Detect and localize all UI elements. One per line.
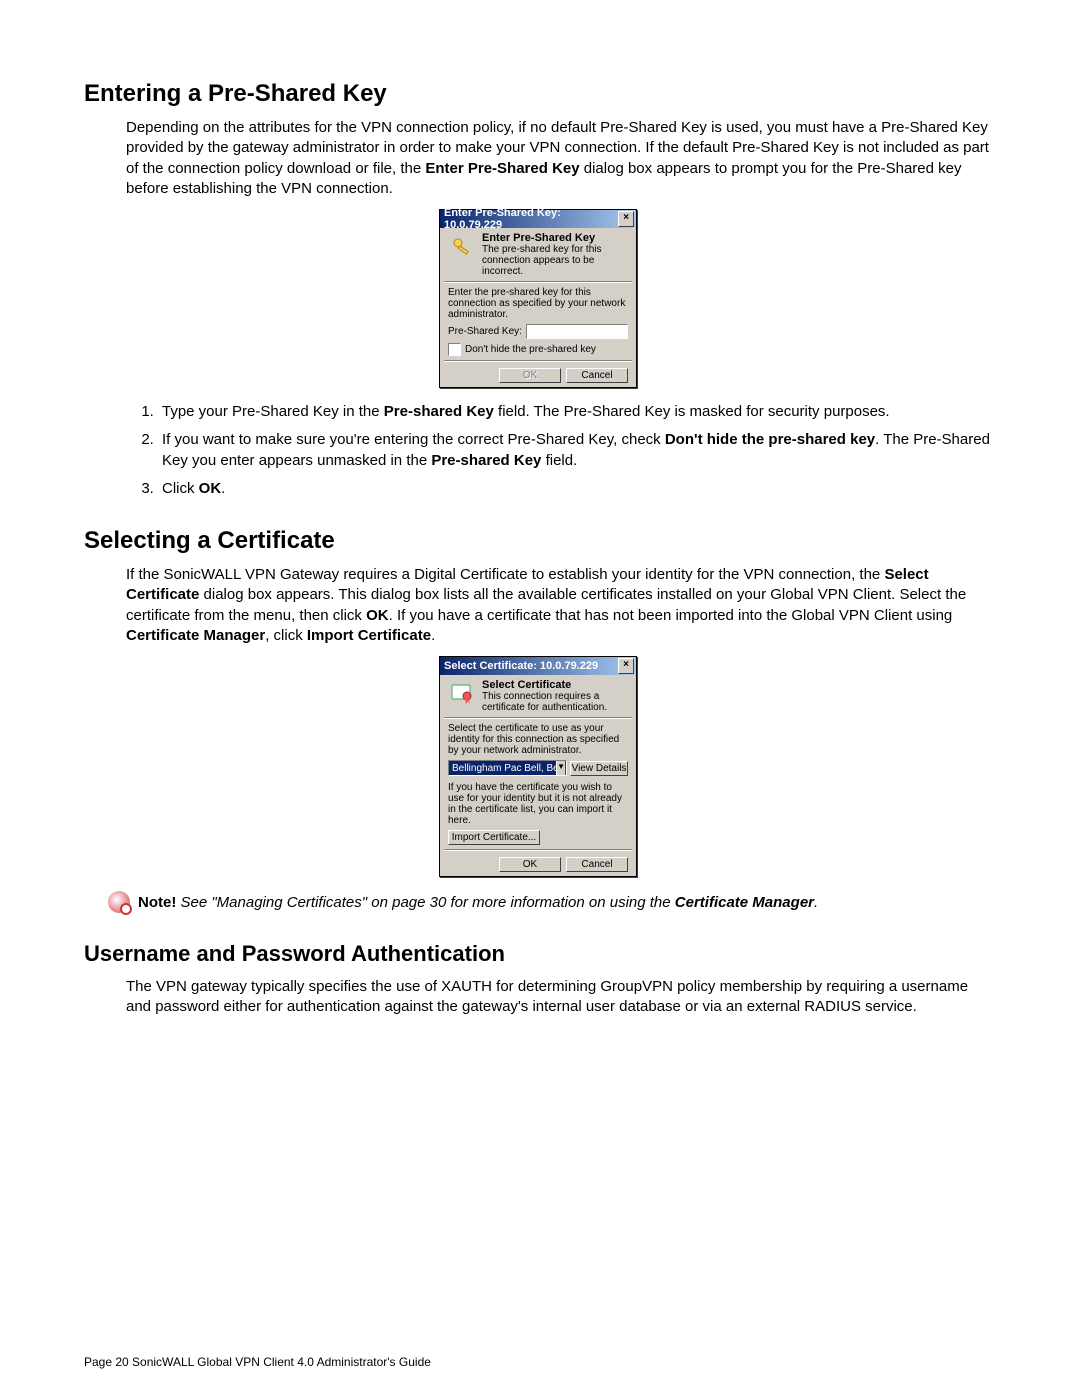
dont-hide-checkbox[interactable] — [448, 343, 461, 356]
sec1-body: Depending on the attributes for the VPN … — [126, 118, 992, 199]
document-page: Entering a Pre-Shared Key Depending on t… — [0, 0, 1080, 1397]
text: . — [221, 480, 225, 497]
key-icon — [448, 232, 476, 260]
text: , click — [265, 627, 307, 644]
note-ital: . — [814, 894, 818, 911]
chevron-down-icon[interactable]: ▼ — [556, 760, 566, 776]
cancel-button[interactable]: Cancel — [566, 857, 628, 872]
note-bold: Note! — [138, 894, 176, 911]
psk-field-row: Pre-Shared Key: — [448, 324, 628, 339]
sec1-paragraph: Depending on the attributes for the VPN … — [126, 118, 992, 199]
text: field. The Pre-Shared Key is masked for … — [494, 403, 890, 420]
sec1-steps: Type your Pre-Shared Key in the Pre-shar… — [126, 402, 992, 499]
text: Type your Pre-Shared Key in the — [162, 403, 384, 420]
close-icon[interactable]: × — [618, 211, 634, 227]
note-ital-bold: Certificate Manager — [675, 894, 814, 911]
text-bold: Pre-shared Key — [384, 403, 494, 420]
note-ital: See "Managing Certificates" on page 30 f… — [181, 894, 675, 911]
sec3-paragraph: The VPN gateway typically specifies the … — [126, 977, 992, 1018]
ok-button[interactable]: OK — [499, 368, 561, 383]
note-text: Note! See "Managing Certificates" on pag… — [138, 894, 818, 911]
import-row: Import Certificate... — [448, 830, 628, 845]
psk-field-label: Pre-Shared Key: — [448, 326, 522, 337]
dialog-title: Select Certificate: 10.0.79.229 — [444, 660, 598, 672]
select-cert-dialog: Select Certificate: 10.0.79.229 × Select… — [439, 656, 637, 877]
dialog-titlebar[interactable]: Enter Pre-Shared Key: 10.0.79.229 × — [440, 210, 636, 228]
dialog-button-row: OK Cancel — [448, 857, 628, 872]
dialog-button-row: OK Cancel — [448, 368, 628, 383]
text-bold: OK — [366, 607, 389, 624]
text-bold: Enter Pre-Shared Key — [425, 160, 579, 177]
list-item: If you want to make sure you're entering… — [158, 430, 992, 471]
sec3-body: The VPN gateway typically specifies the … — [126, 977, 992, 1018]
text-bold: Certificate Manager — [126, 627, 265, 644]
text-bold: Don't hide the pre-shared key — [665, 431, 875, 448]
sec2-body: If the SonicWALL VPN Gateway requires a … — [126, 565, 992, 646]
dialog-header-text: Enter Pre-Shared Key The pre-shared key … — [482, 232, 628, 277]
text-bold: OK — [199, 480, 222, 497]
psk-input[interactable] — [526, 324, 628, 339]
heading-username-password: Username and Password Authentication — [84, 941, 992, 967]
list-item: Click OK. — [158, 479, 992, 499]
page-footer: Page 20 SonicWALL Global VPN Client 4.0 … — [84, 1355, 431, 1369]
cert-selected-value: Bellingham Pac Bell, Bellingham Pac Bell… — [452, 763, 556, 774]
psk-checkbox-row: Don't hide the pre-shared key — [448, 343, 628, 356]
dialog-header-bold: Select Certificate — [482, 679, 571, 691]
text: . — [431, 627, 435, 644]
text-bold: Import Certificate — [307, 627, 431, 644]
import-certificate-button[interactable]: Import Certificate... — [448, 830, 540, 845]
text: . If you have a certificate that has not… — [389, 607, 953, 624]
text-bold: Pre-shared Key — [431, 452, 541, 469]
dialog-header-bold: Enter Pre-Shared Key — [482, 232, 595, 244]
certificate-icon — [448, 679, 476, 707]
ok-button[interactable]: OK — [499, 857, 561, 872]
dont-hide-label: Don't hide the pre-shared key — [465, 344, 596, 355]
psk-dialog-figure: Enter Pre-Shared Key: 10.0.79.229 × Ente… — [84, 209, 992, 388]
dialog-instruction: Enter the pre-shared key for this connec… — [448, 287, 628, 320]
text: field. — [541, 452, 577, 469]
note-icon — [108, 891, 130, 913]
close-icon[interactable]: × — [618, 658, 634, 674]
cert-select-row: Bellingham Pac Bell, Bellingham Pac Bell… — [448, 760, 628, 776]
note-row: Note! See "Managing Certificates" on pag… — [108, 891, 992, 913]
cancel-button[interactable]: Cancel — [566, 368, 628, 383]
dialog-instruction-2: If you have the certificate you wish to … — [448, 782, 628, 826]
text: If you want to make sure you're entering… — [162, 431, 665, 448]
cert-dialog-figure: Select Certificate: 10.0.79.229 × Select… — [84, 656, 992, 877]
heading-selecting-cert: Selecting a Certificate — [84, 527, 992, 555]
dialog-header-sub: This connection requires a certificate f… — [482, 691, 607, 713]
heading-entering-psk: Entering a Pre-Shared Key — [84, 80, 992, 108]
text: If the SonicWALL VPN Gateway requires a … — [126, 566, 884, 583]
dialog-title: Enter Pre-Shared Key: 10.0.79.229 — [444, 207, 618, 231]
list-item: Type your Pre-Shared Key in the Pre-shar… — [158, 402, 992, 422]
dialog-instruction: Select the certificate to use as your id… — [448, 723, 628, 756]
dialog-header: Enter Pre-Shared Key The pre-shared key … — [448, 232, 628, 277]
sec2-paragraph: If the SonicWALL VPN Gateway requires a … — [126, 565, 992, 646]
enter-psk-dialog: Enter Pre-Shared Key: 10.0.79.229 × Ente… — [439, 209, 637, 388]
view-details-button[interactable]: View Details — [570, 761, 628, 776]
dialog-header-sub: The pre-shared key for this connection a… — [482, 244, 602, 277]
dialog-header: Select Certificate This connection requi… — [448, 679, 628, 713]
dialog-titlebar[interactable]: Select Certificate: 10.0.79.229 × — [440, 657, 636, 675]
text: Click — [162, 480, 199, 497]
dialog-header-text: Select Certificate This connection requi… — [482, 679, 628, 713]
cert-select[interactable]: Bellingham Pac Bell, Bellingham Pac Bell… — [448, 760, 567, 776]
